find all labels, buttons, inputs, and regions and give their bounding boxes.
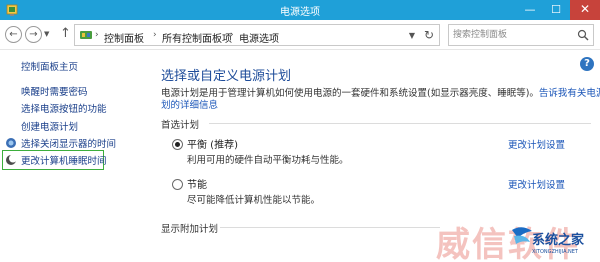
plan-description-balanced: 利用可用的硬件自动平衡功耗与性能。 xyxy=(187,155,349,166)
address-dropdown-icon[interactable]: ▼ xyxy=(409,31,415,40)
sidebar-item-control-panel-home[interactable]: 控制面板主页 xyxy=(21,59,78,73)
display-icon xyxy=(6,138,16,148)
radio-selected-dot xyxy=(175,142,180,147)
maximize-button[interactable]: ☐ xyxy=(543,0,569,20)
plan-description-power-saver: 尽可能降低计算机性能以节能。 xyxy=(187,195,321,206)
svg-text:信: 信 xyxy=(472,225,506,262)
show-additional-plans[interactable]: 显示附加计划 xyxy=(161,221,218,235)
sleep-moon-icon xyxy=(6,154,17,165)
plan-name-power-saver[interactable]: 节能 xyxy=(187,176,207,191)
page-description: 电源计划是用于管理计算机如何使用电源的一套硬件和系统设置(如显示器亮度、睡眠等)… xyxy=(161,85,600,99)
sidebar-item-power-buttons[interactable]: 选择电源按钮的功能 xyxy=(21,101,107,115)
up-button[interactable]: ↑ xyxy=(60,26,71,41)
learn-more-link-continued[interactable]: 划的详细信息 xyxy=(161,97,218,111)
title-bar: 电源选项 — ☐ ✕ xyxy=(0,0,600,20)
recent-locations-dropdown[interactable]: ▼ xyxy=(44,30,49,38)
breadcrumb-separator: › xyxy=(95,30,99,40)
balanced-radio[interactable] xyxy=(172,139,183,150)
svg-text:系统之家: 系统之家 xyxy=(532,232,585,248)
search-input[interactable] xyxy=(453,28,571,42)
back-button[interactable]: ← xyxy=(5,26,22,43)
plan-name-balanced[interactable]: 平衡 (推荐) xyxy=(187,136,238,151)
learn-more-link[interactable]: 告诉我有关电源计 xyxy=(539,88,600,99)
control-panel-icon xyxy=(80,31,92,39)
breadcrumb-power-options[interactable]: 电源选项 xyxy=(239,30,279,45)
minimize-button[interactable]: — xyxy=(517,0,543,20)
change-plan-settings-balanced[interactable]: 更改计划设置 xyxy=(508,137,565,151)
site-watermark-logo: 威 信 软 件 系统之家 XITONGZHIJIA.NET xyxy=(436,225,585,262)
sidebar-item-create-plan[interactable]: 创建电源计划 xyxy=(21,119,78,133)
refresh-icon[interactable]: ↻ xyxy=(424,28,434,42)
power-saver-radio[interactable] xyxy=(172,179,183,190)
breadcrumb-control-panel[interactable]: 控制面板 xyxy=(104,30,144,45)
section-divider xyxy=(220,227,440,228)
address-box[interactable]: › 控制面板 › 所有控制面板项 › 电源选项 ▼ ↻ xyxy=(74,24,440,46)
svg-text:XITONGZHIJIA.NET: XITONGZHIJIA.NET xyxy=(532,249,579,255)
breadcrumb-separator: › xyxy=(230,30,234,40)
help-button[interactable]: ? xyxy=(580,57,594,71)
sidebar-item-display-off-time[interactable]: 选择关闭显示器的时间 xyxy=(21,136,116,150)
window-title: 电源选项 xyxy=(280,7,320,18)
sidebar-item-sleep-time[interactable]: 更改计算机睡眠时间 xyxy=(21,153,107,167)
search-box[interactable] xyxy=(448,24,594,46)
breadcrumb-all-items[interactable]: 所有控制面板项 xyxy=(162,30,232,45)
change-plan-settings-power-saver[interactable]: 更改计划设置 xyxy=(508,177,565,191)
section-divider xyxy=(209,123,591,124)
sidebar-item-require-password[interactable]: 唤醒时需要密码 xyxy=(21,84,88,98)
preferred-plans-heading: 首选计划 xyxy=(161,120,200,131)
search-icon[interactable] xyxy=(577,29,589,41)
breadcrumb-separator: › xyxy=(153,30,157,40)
close-button[interactable]: ✕ xyxy=(570,0,600,20)
svg-text:威: 威 xyxy=(436,225,470,262)
page-title: 选择或自定义电源计划 xyxy=(161,69,292,84)
address-toolbar: ← → ▼ ↑ › 控制面板 › 所有控制面板项 › 电源选项 ▼ ↻ xyxy=(0,20,600,50)
forward-button[interactable]: → xyxy=(25,26,42,43)
